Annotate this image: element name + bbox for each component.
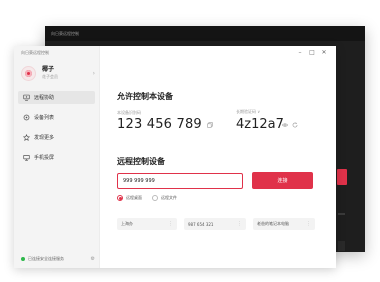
more-vertical-icon: ⋮ [237,221,242,227]
allow-control-heading: 允许控制本设备 [117,92,173,101]
more-vertical-icon: ⋮ [168,221,173,227]
background-window-titlebar: 向日葵远程控制 [45,26,365,41]
more-vertical-icon: ⋮ [306,221,311,227]
profile-name: 椰子 [42,66,55,73]
sidebar-item-label: 远程协助 [34,95,55,101]
recent-device-item[interactable]: 老爸的笔记本电脑 ⋮ [253,218,315,230]
window-controls: – □ ✕ [294,48,330,57]
recent-devices: 上海办 ⋮ 987 654 321 ⋮ 老爸的笔记本电脑 ⋮ [117,218,322,230]
screen-cast-icon [22,154,30,162]
sidebar-item-remote-assist[interactable]: 远程协助 [18,91,95,104]
eye-icon[interactable] [282,122,288,128]
remote-assist-icon [22,94,30,102]
remote-desktop-radio[interactable] [117,195,123,201]
profile-card[interactable]: 椰子 花子会员 › [21,64,95,82]
main-content: – □ ✕ 允许控制本设备 本设备识别码 123 456 789 长期验证码 ∨… [100,46,336,268]
sidebar-item-label: 手机投屏 [34,155,55,161]
profile-subtitle: 花子会员 [42,74,58,79]
sidebar-item-discover[interactable]: 发现更多 [18,131,95,144]
background-divider [338,213,345,215]
device-code-label: 本设备识别码 [117,110,141,115]
device-code: 123 456 789 [117,117,202,132]
connect-button[interactable]: 连接 [252,172,313,189]
sidebar-item-device-list[interactable]: 设备列表 [18,111,95,124]
background-window-title: 向日葵远程控制 [51,30,79,36]
status-text: 已连接安全连接服务 [28,256,64,261]
remote-file-radio[interactable] [152,195,158,201]
maximize-button[interactable]: □ [306,48,318,57]
verification-code: 4z12a7 [236,117,284,132]
recent-device-label: 老爸的笔记本电脑 [257,221,289,226]
status-dot-icon [21,257,25,261]
main-window: 向日葵远程控制 椰子 花子会员 › 远程协助 设备列表 发现更多 手机投屏 已连… [14,46,336,268]
settings-icon[interactable]: ⚙ [91,256,95,262]
background-accent-button [337,169,347,185]
recent-device-label: 987 654 321 [188,221,214,227]
sidebar-item-label: 设备列表 [34,115,55,121]
app-title: 向日葵远程控制 [21,50,49,55]
background-block [338,241,345,251]
avatar-logo-icon [25,69,32,77]
discover-icon [22,134,30,142]
partner-code-input[interactable] [117,173,243,189]
copy-icon[interactable] [207,122,213,128]
remote-desktop-label[interactable]: 远程桌面 [126,195,142,201]
sidebar-item-label: 发现更多 [34,135,55,141]
close-button[interactable]: ✕ [318,48,330,57]
sidebar-nav: 远程协助 设备列表 发现更多 手机投屏 [18,91,95,171]
sidebar-item-screen-cast[interactable]: 手机投屏 [18,151,95,164]
password-type-dropdown[interactable]: 长期验证码 ∨ [236,109,260,115]
remote-control-heading: 远程控制设备 [117,157,165,166]
connection-mode-options: 远程桌面 远程文件 [117,195,187,201]
chevron-right-icon: › [92,69,95,77]
sidebar: 向日葵远程控制 椰子 花子会员 › 远程协助 设备列表 发现更多 手机投屏 已连… [14,46,100,268]
avatar [21,65,36,81]
recent-device-item[interactable]: 上海办 ⋮ [117,218,177,230]
recent-device-label: 上海办 [121,221,133,226]
profile-text: 椰子 花子会员 [42,66,93,80]
refresh-icon[interactable] [292,122,298,128]
remote-file-label[interactable]: 远程文件 [161,195,177,201]
device-list-icon [22,114,30,122]
minimize-button[interactable]: – [294,48,306,57]
recent-device-item[interactable]: 987 654 321 ⋮ [184,218,246,230]
connection-status: 已连接安全连接服务 ⚙ [21,256,95,262]
